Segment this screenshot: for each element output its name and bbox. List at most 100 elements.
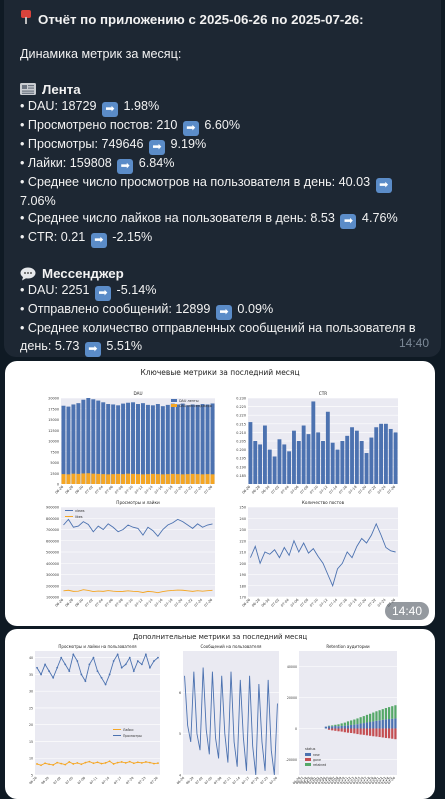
data-point (72, 653, 75, 656)
bar (140, 474, 145, 484)
bar (359, 717, 362, 724)
legend-label: DAU ленты (179, 399, 199, 403)
y-tick-label: 700000 (46, 528, 59, 532)
data-point (80, 763, 83, 766)
x-tick-label: 07-08 (299, 598, 309, 608)
y-tick-label: 300000 (46, 573, 59, 577)
bar (126, 473, 131, 484)
data-point (116, 653, 119, 656)
x-tick-label: 07-10 (124, 485, 134, 495)
bar (71, 404, 76, 484)
bar (327, 728, 331, 730)
bar (71, 473, 76, 484)
x-tick-label: 06-28 (251, 485, 261, 495)
y-tick-label: 250 (240, 506, 246, 510)
bar (372, 728, 375, 737)
y-tick-label: 20000 (48, 397, 59, 401)
bar (121, 474, 126, 484)
bar (343, 722, 346, 726)
bar (277, 439, 282, 484)
feed-metric-line: • CTR: 0.21 ➡ -2.15% (20, 229, 431, 249)
bar (325, 411, 330, 484)
x-tick-label: 07-20 (174, 598, 184, 608)
data-point (124, 762, 127, 764)
metric-text: • CTR: 0.21 (20, 230, 89, 245)
data-point (144, 653, 147, 656)
y-tick-label: 20 (29, 723, 33, 727)
bar (81, 399, 86, 484)
x-tick-label: 07-02 (53, 776, 62, 785)
bar (378, 720, 381, 729)
figure-title: Дополнительные метрики за последний меся… (133, 633, 308, 641)
x-tick-label: 07-02 (84, 485, 94, 495)
data-point (44, 762, 46, 765)
bar (180, 403, 185, 484)
bar (200, 474, 205, 484)
x-tick-label: 07-23 (259, 776, 268, 785)
key-metrics-image[interactable]: Ключевые метрики за последний месяц 0 250… (5, 361, 435, 626)
bar (126, 402, 131, 484)
bar (150, 405, 155, 484)
x-tick-label: 07-18 (164, 485, 174, 495)
data-point (157, 762, 159, 765)
metric-change: 0.09% (233, 302, 274, 317)
metric-change: 6.60% (200, 117, 241, 132)
speech-bubble-icon (20, 267, 36, 281)
bar (195, 404, 200, 484)
x-tick-label: 07-08 (114, 485, 124, 495)
data-point (92, 762, 95, 765)
data-point (52, 676, 55, 679)
bar (106, 474, 111, 484)
x-tick-label: 07-06 (290, 598, 300, 608)
feed-metric-line: • DAU: 18729 ➡ 1.98% (20, 98, 431, 117)
bar (155, 474, 160, 484)
bar (387, 707, 391, 720)
metric-text: • Лайки: 159808 (20, 155, 116, 170)
x-tick-label: 07-18 (348, 598, 358, 608)
data-point (76, 660, 79, 662)
data-point (104, 762, 107, 764)
data-point (140, 762, 143, 764)
feed-metric-line: • Среднее число лайков на пользователя в… (20, 210, 431, 230)
y-tick-label: 220 (240, 539, 246, 543)
data-point (76, 762, 79, 764)
y-tick-label: 20000 (287, 696, 297, 700)
x-tick-label: 07-22 (184, 485, 194, 495)
x-tick-label: 07-04 (94, 598, 104, 608)
bar (337, 724, 340, 727)
red-pin-icon (20, 9, 32, 29)
x-tick-label: 07-24 (377, 485, 387, 495)
x-tick-label: 07-12 (319, 485, 329, 495)
bar (160, 474, 165, 484)
data-point (149, 666, 151, 669)
messenger-metrics-list: • DAU: 2251 ➡ -5.14% • Отправлено сообщен… (20, 282, 431, 357)
x-tick-label: 07-10 (309, 598, 319, 608)
legend-label: views (75, 509, 85, 513)
data-point (40, 764, 42, 767)
x-tick-label: 07-12 (134, 485, 144, 495)
x-tick-label: 07-02 (194, 776, 203, 785)
chart-posts: 170 180 190 200 210 220 230 240 250 Количество по… (240, 500, 398, 608)
metric-change: 7.06% (20, 193, 56, 208)
bar (337, 728, 340, 732)
right-arrow-icon: ➡ (117, 158, 134, 174)
extra-metrics-image[interactable]: Дополнительные метрики за последний меся… (5, 629, 435, 799)
bar (350, 427, 354, 484)
data-point (48, 670, 51, 673)
bar (116, 473, 121, 484)
data-point (92, 656, 95, 659)
chart-retention: -2000002000040000Retention аудитории06-2… (286, 644, 397, 785)
bar (96, 400, 101, 484)
bar (391, 728, 394, 739)
legend-swatch (171, 399, 177, 402)
bar (369, 721, 372, 729)
bar (248, 422, 253, 484)
bar (131, 473, 136, 484)
y-tick-label: 0.225 (236, 405, 246, 409)
data-point (36, 666, 38, 669)
metric-text: • Просмотрено постов: 210 (20, 117, 181, 132)
bar (140, 403, 145, 484)
x-tick-label: 07-10 (309, 485, 319, 495)
feed-section-title: Лента (20, 81, 431, 98)
x-tick-label: 06-29 (185, 776, 194, 785)
